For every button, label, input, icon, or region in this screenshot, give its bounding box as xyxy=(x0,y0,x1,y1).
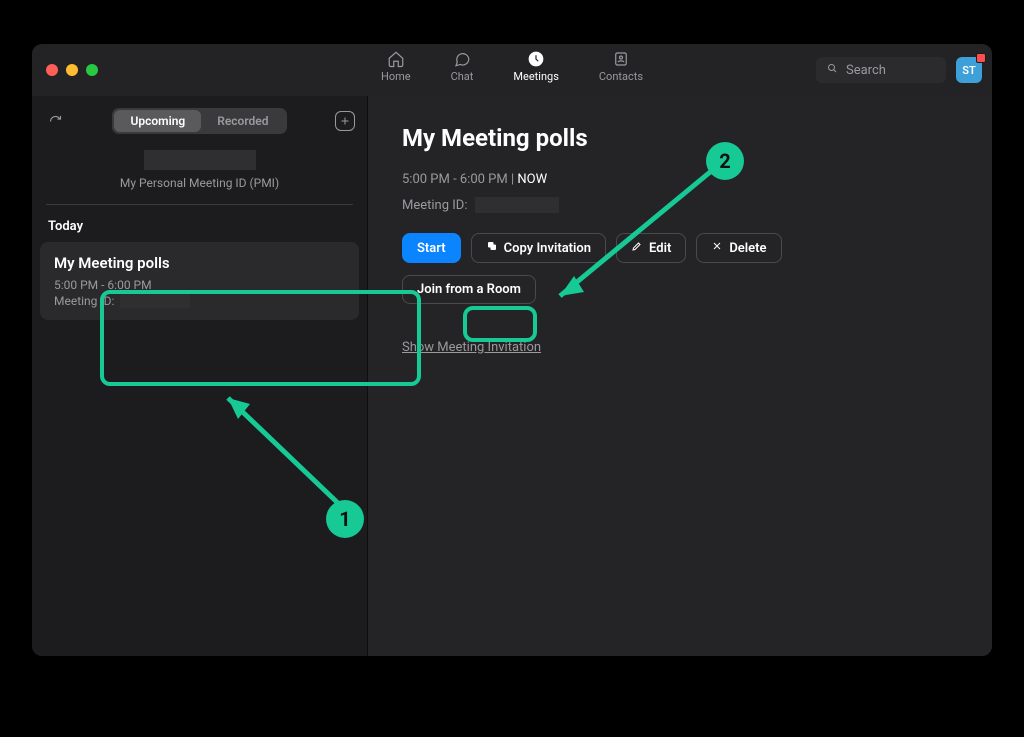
app-window: Home Chat Meetings xyxy=(32,44,992,656)
home-icon xyxy=(387,50,405,68)
avatar-initials: ST xyxy=(962,64,975,77)
meeting-id-redacted xyxy=(475,197,559,213)
tab-meetings[interactable]: Meetings xyxy=(513,50,558,83)
meetings-sidebar: Upcoming Recorded My Personal Meeting ID… xyxy=(32,96,368,656)
refresh-button[interactable] xyxy=(46,112,64,130)
delete-button[interactable]: Delete xyxy=(696,233,781,263)
join-from-room-label: Join from a Room xyxy=(417,282,521,297)
edit-button-label: Edit xyxy=(649,241,671,256)
pmi-section[interactable]: My Personal Meeting ID (PMI) xyxy=(46,144,353,205)
meeting-time: 5:00 PM - 6:00 PM xyxy=(402,172,508,187)
close-window-button[interactable] xyxy=(46,64,58,76)
meeting-item-id-row: Meeting ID: xyxy=(54,294,345,308)
delete-button-label: Delete xyxy=(729,241,766,256)
meeting-item-id-redacted xyxy=(120,294,190,308)
meeting-id-row: Meeting ID: xyxy=(402,197,958,213)
start-button[interactable]: Start xyxy=(402,233,461,263)
meeting-item-time: 5:00 PM - 6:00 PM xyxy=(54,278,345,292)
copy-invitation-label: Copy Invitation xyxy=(504,241,591,256)
today-heading: Today xyxy=(32,205,367,242)
search-placeholder: Search xyxy=(846,63,886,78)
add-meeting-button[interactable] xyxy=(335,111,355,131)
meeting-detail-pane: My Meeting polls 5:00 PM - 6:00 PM | NOW… xyxy=(368,96,992,656)
tab-home-label: Home xyxy=(381,70,411,83)
meeting-actions: Start Copy Invitation Edit xyxy=(402,233,958,263)
search-icon xyxy=(826,62,838,78)
contacts-icon xyxy=(612,50,630,68)
meeting-item-title: My Meeting polls xyxy=(54,254,345,272)
start-button-label: Start xyxy=(417,241,446,256)
upcoming-recorded-segment: Upcoming Recorded xyxy=(112,108,286,134)
profile-avatar[interactable]: ST xyxy=(956,57,982,83)
clock-icon xyxy=(527,50,545,68)
copy-invitation-button[interactable]: Copy Invitation xyxy=(471,233,606,263)
meeting-item-id-label: Meeting ID: xyxy=(54,294,114,308)
tab-home[interactable]: Home xyxy=(381,50,411,83)
segment-upcoming[interactable]: Upcoming xyxy=(114,110,201,132)
fullscreen-window-button[interactable] xyxy=(86,64,98,76)
meeting-list-item[interactable]: My Meeting polls 5:00 PM - 6:00 PM Meeti… xyxy=(40,242,359,320)
pencil-icon xyxy=(631,240,643,256)
title-bar: Home Chat Meetings xyxy=(32,44,992,96)
now-badge: NOW xyxy=(517,172,547,187)
minimize-window-button[interactable] xyxy=(66,64,78,76)
pmi-id-redacted xyxy=(144,150,256,170)
join-from-room-button[interactable]: Join from a Room xyxy=(402,275,536,304)
top-nav: Home Chat Meetings xyxy=(381,50,643,83)
search-input[interactable]: Search xyxy=(816,57,946,83)
meeting-title: My Meeting polls xyxy=(402,124,958,152)
tab-contacts-label: Contacts xyxy=(599,70,643,83)
show-invitation-link[interactable]: Show Meeting Invitation xyxy=(402,340,541,355)
tab-chat[interactable]: Chat xyxy=(451,50,474,83)
chat-icon xyxy=(453,50,471,68)
copy-icon xyxy=(486,240,498,256)
segment-recorded[interactable]: Recorded xyxy=(201,110,284,132)
meeting-time-row: 5:00 PM - 6:00 PM | NOW xyxy=(402,172,958,187)
meeting-id-label: Meeting ID: xyxy=(402,198,467,213)
window-controls xyxy=(46,64,98,76)
notification-indicator-icon xyxy=(976,53,986,63)
tab-meetings-label: Meetings xyxy=(513,70,558,83)
pmi-label: My Personal Meeting ID (PMI) xyxy=(120,176,279,190)
tab-chat-label: Chat xyxy=(451,70,474,83)
x-icon xyxy=(711,240,723,256)
tab-contacts[interactable]: Contacts xyxy=(599,50,643,83)
edit-button[interactable]: Edit xyxy=(616,233,686,263)
